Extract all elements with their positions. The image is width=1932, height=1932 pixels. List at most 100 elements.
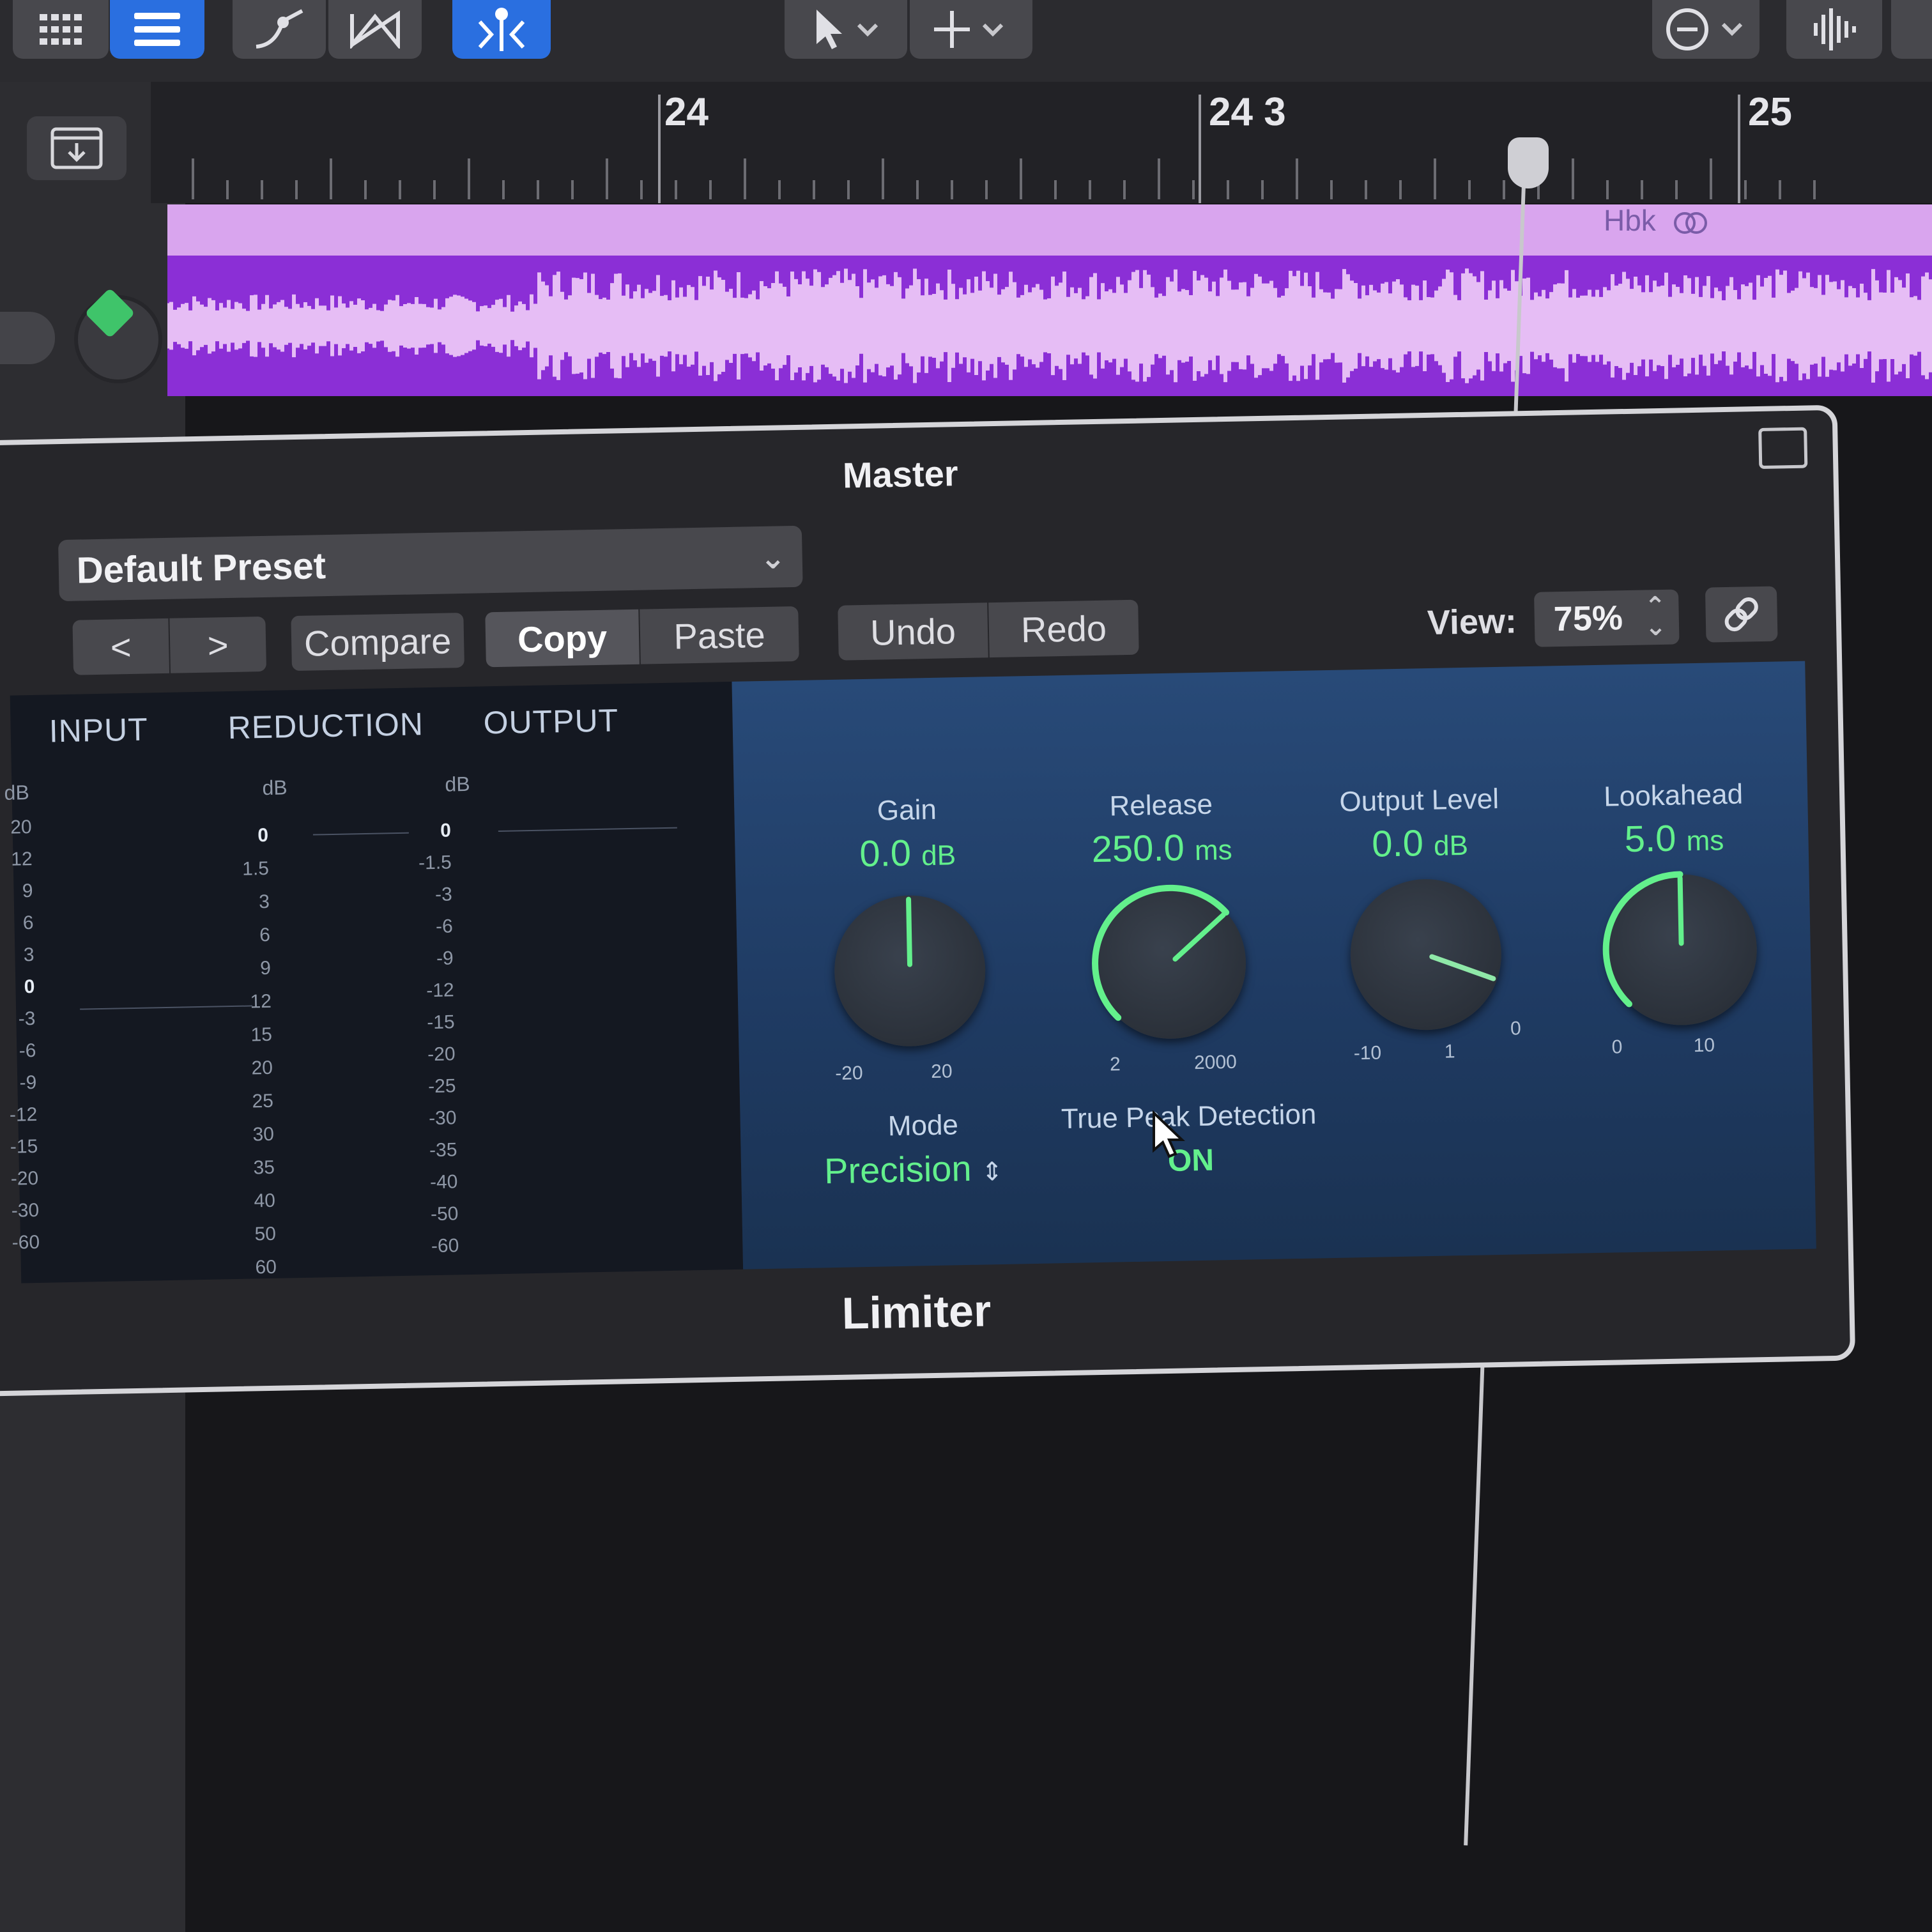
pointer-icon bbox=[816, 10, 878, 49]
output-scale-label: -30 bbox=[428, 1107, 457, 1130]
output-meter-title: OUTPUT bbox=[483, 702, 619, 741]
view-label: View: bbox=[1427, 602, 1517, 643]
release-number: 250.0 bbox=[1091, 827, 1185, 871]
waveform-button[interactable] bbox=[1786, 0, 1882, 59]
ruler-tick bbox=[1158, 158, 1160, 199]
lookahead-label: Lookahead bbox=[1603, 778, 1744, 813]
ruler-tick bbox=[1710, 158, 1712, 199]
ruler-tick bbox=[1434, 158, 1436, 199]
ruler-tick bbox=[1123, 180, 1126, 199]
true-peak-label: True Peak Detection bbox=[1061, 1098, 1317, 1135]
next-preset-button[interactable]: > bbox=[169, 616, 267, 673]
reduction-meter-scale: 0 1.5 3 6 9 12 15 20 25 30 35 40 50 60 bbox=[10, 682, 732, 1278]
stepper-icon: ⌃ ⌄ bbox=[1644, 592, 1667, 641]
ruler-tick bbox=[709, 180, 712, 199]
download-button[interactable] bbox=[27, 116, 126, 180]
ruler-tick bbox=[1365, 180, 1367, 199]
knob-indicator bbox=[1602, 871, 1684, 1008]
input-scale-label: 20 bbox=[10, 816, 32, 838]
output-scale-label: -25 bbox=[427, 1075, 456, 1098]
ruler-tick bbox=[985, 180, 988, 199]
release-knob[interactable] bbox=[1092, 884, 1248, 1041]
automation-button[interactable] bbox=[233, 0, 326, 59]
snap-button[interactable] bbox=[452, 0, 551, 59]
expand-window-icon[interactable] bbox=[1758, 427, 1808, 469]
input-scale-label: -12 bbox=[9, 1103, 38, 1126]
ruler-tick bbox=[1641, 180, 1643, 199]
ruler-tick bbox=[330, 158, 332, 199]
ruler-tick bbox=[1192, 180, 1195, 199]
knob-pointer bbox=[1677, 875, 1684, 946]
output-level-value: 0.0 dB bbox=[1311, 820, 1529, 867]
pencil-tool-button[interactable] bbox=[910, 0, 1032, 59]
ruler-tick bbox=[502, 180, 505, 199]
ruler-bar-24-3: 24 3 bbox=[1209, 90, 1286, 134]
output-level-zero-mark: 0 bbox=[1510, 1018, 1522, 1039]
input-scale-label: -60 bbox=[12, 1231, 40, 1254]
waveform-icon bbox=[1814, 8, 1856, 50]
flex-button[interactable] bbox=[328, 0, 422, 59]
reduction-scale-label: 25 bbox=[252, 1090, 274, 1112]
ruler-tick bbox=[468, 158, 470, 199]
release-label: Release bbox=[1109, 788, 1213, 822]
view-zoom-select[interactable]: 75% ⌃ ⌄ bbox=[1533, 589, 1680, 647]
list-editors-button[interactable] bbox=[110, 0, 204, 59]
gain-knob[interactable] bbox=[832, 894, 987, 1048]
output-scale-label: -15 bbox=[426, 1011, 455, 1034]
chevron-down-icon: ⌄ bbox=[760, 541, 786, 576]
view-menu-button[interactable] bbox=[1652, 0, 1759, 59]
gain-min: -20 bbox=[834, 1062, 863, 1084]
ruler-tick bbox=[1089, 180, 1091, 199]
output-scale-label: -50 bbox=[430, 1203, 459, 1225]
knob-indicator bbox=[1092, 884, 1230, 1021]
toolbar-overflow-button[interactable] bbox=[1891, 0, 1932, 59]
automation-curve-icon bbox=[256, 9, 303, 49]
track-toggle[interactable] bbox=[0, 312, 55, 364]
output-zero-line bbox=[498, 827, 677, 832]
mode-label: Mode bbox=[887, 1109, 959, 1142]
input-scale-label: -15 bbox=[10, 1135, 38, 1158]
knob-pointer bbox=[906, 896, 913, 967]
window-title: Master bbox=[842, 453, 959, 496]
input-meter-scale: 20 12 9 6 3 0 -3 -6 -9 -12 -15 -20 -30 -60 bbox=[10, 682, 732, 1254]
audio-waveform bbox=[167, 256, 1932, 396]
ruler-tick bbox=[813, 180, 815, 199]
input-scale-label: -6 bbox=[19, 1039, 36, 1062]
redo-button[interactable]: Redo bbox=[988, 599, 1139, 658]
reduction-unit: dB bbox=[262, 776, 288, 800]
reduction-scale-label: 0 bbox=[257, 824, 269, 847]
lookahead-knob[interactable] bbox=[1602, 871, 1759, 1027]
link-button[interactable] bbox=[1705, 586, 1778, 643]
bar-ruler[interactable] bbox=[151, 82, 1932, 203]
paste-button[interactable]: Paste bbox=[640, 606, 799, 664]
output-scale-label: 0 bbox=[440, 820, 452, 841]
ruler-tick bbox=[1054, 180, 1057, 199]
compare-button[interactable]: Compare bbox=[291, 612, 464, 671]
output-level-knob[interactable] bbox=[1349, 877, 1503, 1032]
gain-value: 0.0 dB bbox=[799, 829, 1016, 877]
knob-pointer bbox=[1429, 954, 1496, 981]
copy-button[interactable]: Copy bbox=[485, 609, 640, 668]
reduction-meter-title: REDUCTION bbox=[227, 706, 424, 746]
input-scale-label: 3 bbox=[23, 944, 34, 966]
grid-view-button[interactable] bbox=[13, 0, 109, 59]
output-scale-label: -40 bbox=[429, 1171, 458, 1193]
undo-button[interactable]: Undo bbox=[838, 602, 988, 661]
mode-value: Precision bbox=[824, 1147, 972, 1192]
ruler-bar-25: 25 bbox=[1748, 90, 1792, 134]
preset-select[interactable]: Default Preset ⌄ bbox=[58, 525, 803, 602]
input-meter-title: INPUT bbox=[49, 711, 149, 749]
mode-select[interactable]: Precision ⇕ bbox=[824, 1147, 1004, 1192]
ruler-tick bbox=[1020, 158, 1022, 199]
previous-preset-button[interactable]: < bbox=[72, 618, 170, 675]
pointer-tool-button[interactable] bbox=[785, 0, 907, 59]
ruler-tick bbox=[882, 158, 884, 199]
input-unit: dB bbox=[4, 781, 30, 804]
output-scale-label: -1.5 bbox=[418, 852, 452, 874]
release-min: 2 bbox=[1109, 1054, 1121, 1075]
lookahead-number: 5.0 bbox=[1624, 817, 1676, 861]
playhead-handle[interactable] bbox=[1508, 137, 1549, 188]
list-icon bbox=[134, 13, 180, 46]
ruler-tick bbox=[1399, 180, 1402, 199]
output-level-min: -10 bbox=[1353, 1042, 1382, 1064]
